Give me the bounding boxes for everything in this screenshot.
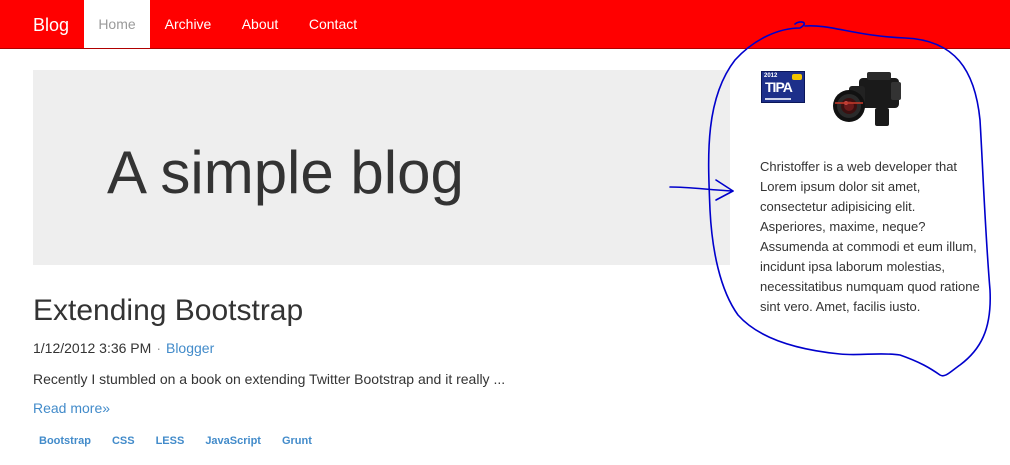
tag-grunt[interactable]: Grunt	[276, 433, 318, 449]
tag-less[interactable]: LESS	[150, 433, 191, 449]
post-excerpt: Recently I stumbled on a book on extendi…	[33, 371, 506, 387]
nav-item-archive[interactable]: Archive	[150, 0, 226, 48]
award-subtitle-line	[765, 98, 791, 100]
award-name: TIPA	[765, 79, 793, 95]
tag-list: Bootstrap CSS LESS JavaScript Grunt	[33, 431, 327, 447]
tipa-award-logo: 2012 TIPA	[761, 71, 805, 103]
nav-item-about[interactable]: About	[226, 0, 294, 48]
navbar: Blog Home Archive About Contact	[0, 0, 1010, 49]
brand-link[interactable]: Blog	[33, 14, 69, 36]
nav-item-contact[interactable]: Contact	[294, 0, 372, 48]
meta-separator: ·	[156, 340, 161, 356]
nav-item-home[interactable]: Home	[84, 0, 150, 48]
post-date: 1/12/2012 3:36 PM	[33, 340, 152, 356]
post-meta: 1/12/2012 3:36 PM · Blogger	[33, 339, 214, 357]
jumbotron: A simple blog	[33, 70, 730, 265]
author-bio: Christoffer is a web developer that Lore…	[760, 159, 980, 314]
award-stars	[792, 74, 802, 80]
jumbotron-title: A simple blog	[107, 139, 464, 206]
video-camera-image	[833, 72, 901, 126]
tag-javascript[interactable]: JavaScript	[199, 433, 267, 449]
tag-css[interactable]: CSS	[106, 433, 141, 449]
post-author-link[interactable]: Blogger	[166, 340, 214, 356]
read-more-link[interactable]: Read more»	[33, 399, 110, 417]
post-title[interactable]: Extending Bootstrap	[33, 292, 303, 330]
tag-bootstrap[interactable]: Bootstrap	[33, 433, 97, 449]
